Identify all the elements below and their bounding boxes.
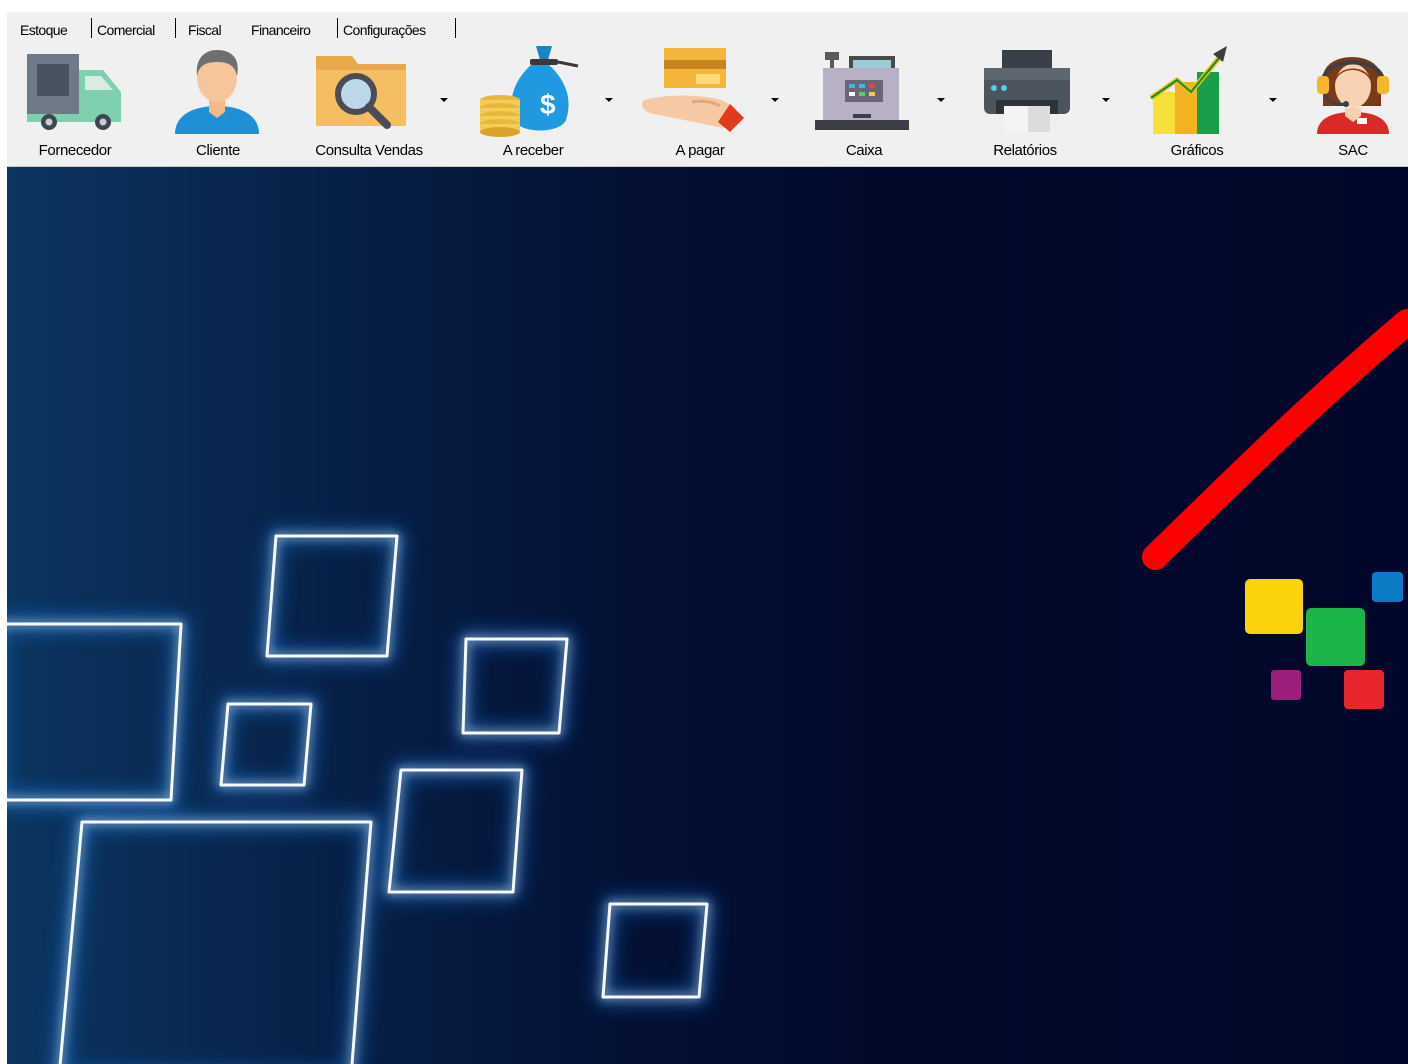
logo-square-yellow bbox=[1245, 579, 1303, 634]
caixa-button[interactable]: Caixa bbox=[797, 42, 937, 166]
a-pagar-dropdown-arrow[interactable] bbox=[771, 98, 779, 102]
tab-separator bbox=[175, 18, 176, 38]
desktop-background bbox=[7, 167, 1408, 1064]
background-artwork bbox=[7, 309, 1408, 1064]
window-left-margin bbox=[0, 0, 7, 1064]
neon-square bbox=[387, 768, 524, 894]
a-pagar-button[interactable]: A pagar bbox=[632, 42, 772, 166]
caixa-label: Caixa bbox=[845, 142, 883, 159]
a-pagar-label: A pagar bbox=[675, 142, 725, 159]
tab-separator bbox=[91, 18, 92, 38]
neon-square bbox=[265, 534, 399, 658]
window-top-margin bbox=[0, 0, 1408, 12]
neon-square bbox=[219, 702, 313, 787]
relatorios-dropdown-arrow[interactable] bbox=[1102, 98, 1110, 102]
tab-fiscal[interactable]: Fiscal bbox=[188, 20, 222, 40]
tab-separator bbox=[337, 18, 338, 38]
graficos-label: Gráficos bbox=[1170, 142, 1224, 159]
graficos-dropdown-arrow[interactable] bbox=[1269, 98, 1277, 102]
tab-estoque[interactable]: Estoque bbox=[20, 20, 68, 40]
relatorios-button[interactable]: Relatórios bbox=[962, 42, 1102, 166]
tab-configuracoes[interactable]: Configurações bbox=[343, 20, 426, 40]
logo-square-green bbox=[1306, 608, 1365, 666]
sac-label: SAC bbox=[1338, 142, 1368, 159]
consulta-vendas-button[interactable]: Consulta Vendas bbox=[292, 42, 447, 166]
graficos-button[interactable]: Gráficos bbox=[1127, 42, 1267, 166]
fornecedor-button[interactable]: Fornecedor bbox=[7, 42, 147, 166]
caixa-dropdown-arrow[interactable] bbox=[937, 98, 945, 102]
menu-tab-bar: Estoque Comercial Fiscal Financeiro Conf… bbox=[7, 12, 1408, 42]
logo-square-purple bbox=[1271, 670, 1301, 700]
logo-colored-squares bbox=[1245, 572, 1403, 709]
sac-button[interactable]: SAC bbox=[1297, 42, 1408, 166]
logo-square-blue bbox=[1372, 572, 1403, 602]
relatorios-label: Relatórios bbox=[993, 142, 1057, 159]
neon-square bbox=[461, 637, 569, 735]
ribbon-toolbar: Fornecedor Cliente Consulta Vendas $ A r… bbox=[7, 42, 1408, 167]
dollar-sign: $ bbox=[540, 89, 556, 120]
neon-square bbox=[58, 820, 373, 1064]
a-receber-dropdown-arrow[interactable] bbox=[605, 98, 613, 102]
tab-comercial[interactable]: Comercial bbox=[97, 20, 155, 40]
neon-square bbox=[601, 902, 709, 999]
a-receber-label: A receber bbox=[502, 142, 564, 159]
fornecedor-label: Fornecedor bbox=[38, 142, 112, 159]
consulta-vendas-dropdown-arrow[interactable] bbox=[440, 98, 448, 102]
consulta-vendas-label: Consulta Vendas bbox=[315, 142, 423, 159]
cliente-label: Cliente bbox=[196, 142, 240, 159]
a-receber-button[interactable]: $ A receber bbox=[462, 42, 602, 166]
red-brush-stroke bbox=[1142, 309, 1408, 570]
cliente-button[interactable]: Cliente bbox=[157, 42, 277, 166]
tab-financeiro[interactable]: Financeiro bbox=[251, 20, 311, 40]
tab-separator bbox=[455, 18, 456, 38]
logo-square-red bbox=[1344, 670, 1384, 709]
neon-square bbox=[7, 622, 183, 802]
